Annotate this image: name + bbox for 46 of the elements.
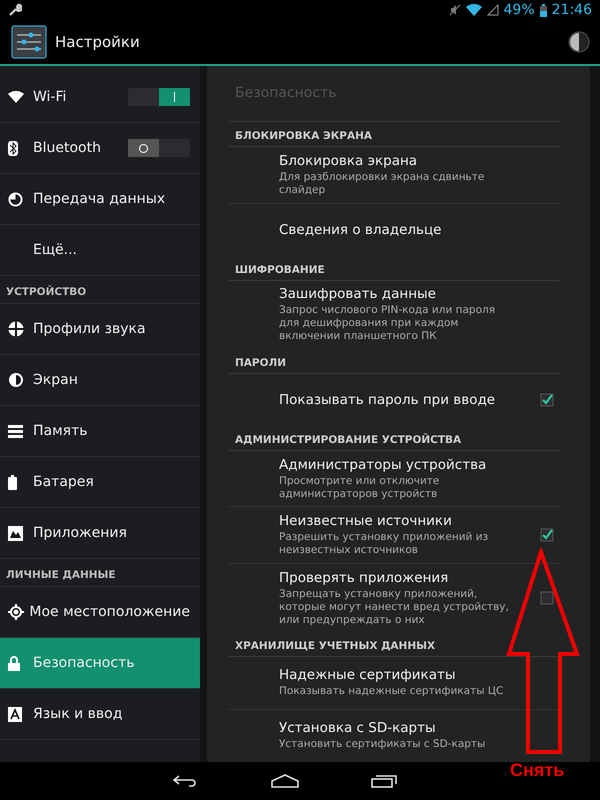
preference-item[interactable]: Установка с SD-карты Установить сертификаты с SD-карты: [229, 708, 560, 762]
preference-title: Установка с SD-карты: [279, 720, 437, 736]
preference-title: Блокировка экрана: [279, 152, 418, 169]
sidebar-item[interactable]: Приложения: [0, 508, 200, 559]
sidebar-header: УСТРОЙСТВО: [0, 276, 200, 304]
preference-summary: Разрешить установку приложений из неизвестных источников: [279, 531, 490, 558]
section-header: АДМИНИСТРИРОВАНИЕ УСТРОЙСТВА: [229, 426, 560, 451]
preference-item[interactable]: Неизвестные источники Разрешить установку приложений из неизвестных источников: [229, 506, 560, 563]
sidebar-item[interactable]: Профили звука: [0, 304, 200, 355]
battery-percent: 49%: [504, 2, 535, 18]
preference-title: Неизвестные источники: [279, 513, 453, 530]
sidebar-item[interactable]: Память: [0, 406, 200, 457]
sidebar-item[interactable]: Wi-Fi: [0, 72, 200, 123]
preference-title: Администраторы устройства: [279, 456, 488, 472]
sidebar-item[interactable]: Язык и ввод: [0, 689, 200, 740]
sidebar-item[interactable]: Bluetooth: [0, 123, 200, 174]
preference-title: Показывать пароль при вводе: [279, 392, 496, 408]
preference-title: Сведения о владельце: [279, 222, 442, 238]
section-header: БЛОКИРОВКА ЭКРАНА: [229, 122, 560, 147]
annotation-label: Снять: [510, 760, 564, 781]
preference-summary: Просмотрите или отключите администраторов устройств: [279, 474, 440, 500]
app-title: Настройки: [55, 33, 141, 51]
preference-item[interactable]: Надежные сертификаты Показывать надежные сертификаты ЦС: [229, 656, 560, 709]
preference-item[interactable]: Блокировка экрана Для разблокировки экрана сдвиньте слайдер: [229, 147, 560, 203]
preference-item[interactable]: Зашифровать данные Запрос числового PIN-кода или пароля для дешифрования при каждом включении планшетного ПК: [229, 280, 560, 349]
preference-summary: Запрос числового PIN-кода или пароля для дешифрования при каждом включении планшетного ПК: [279, 304, 496, 344]
section-header: ШИФРОВАНИЕ: [229, 256, 560, 281]
sidebar-item[interactable]: Ещё...: [0, 225, 200, 276]
preference-title: Проверять приложения: [279, 570, 450, 586]
section-header: ХРАНИЛИЩЕ УЧЕТНЫХ ДАННЫХ: [229, 632, 560, 657]
sidebar-item[interactable]: Передача данных: [0, 174, 200, 225]
preference-summary: Запрещать установку приложений, которые могут нанести вред устройству, или предупреждать о них: [279, 588, 509, 626]
section-header: ПАРОЛИ: [229, 348, 560, 374]
preference-item[interactable]: Сведения о владельце: [229, 202, 560, 256]
preference-title: Надежные сертификаты: [279, 667, 457, 684]
sidebar-item[interactable]: Батарея: [0, 457, 200, 508]
preference-item[interactable]: Администраторы устройства Просмотрите или отключите администраторов устройств: [229, 450, 560, 506]
preference-title: Зашифровать данные: [279, 286, 437, 302]
preference-item[interactable]: Показывать пароль при вводе: [229, 374, 560, 426]
sidebar-item[interactable]: Экран: [0, 355, 200, 406]
preference-summary: Установить сертификаты с SD-карты: [279, 738, 486, 752]
preference-summary: Показывать надежные сертификаты ЦС: [279, 685, 504, 698]
clock: 21:46: [552, 2, 592, 18]
sidebar-header: ЛИЧНЫЕ ДАННЫЕ: [0, 559, 200, 587]
preference-summary: Для разблокировки экрана сдвиньте слайдер: [279, 170, 486, 197]
preference-item[interactable]: Проверять приложения Запрещать установку приложений, которые могут нанести вред устройству, или предупреждать о них: [229, 563, 560, 632]
